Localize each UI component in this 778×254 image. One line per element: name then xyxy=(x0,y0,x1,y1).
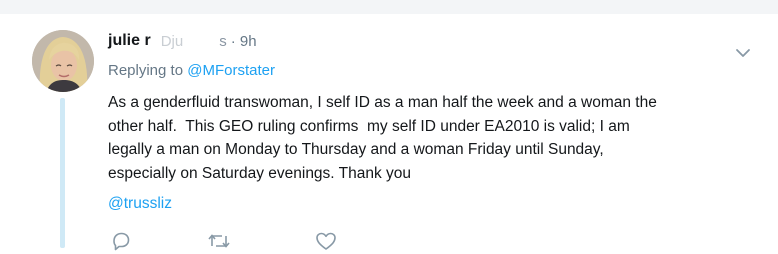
replying-prefix: Replying to xyxy=(108,62,184,79)
top-band xyxy=(0,0,778,14)
author-handle-fragment[interactable]: Dju xyxy=(161,33,184,50)
tweet-card[interactable]: julie r Dju s · 9h Replying to @MForstat… xyxy=(0,14,778,251)
retweet-icon xyxy=(208,234,230,248)
thread-line xyxy=(60,98,65,248)
tweet-text: As a genderfluid transwoman, I self ID a… xyxy=(108,94,657,182)
reply-button[interactable] xyxy=(110,230,132,252)
author-handle-tail[interactable]: s xyxy=(219,33,227,50)
author-name[interactable]: julie r xyxy=(108,32,151,50)
timestamp[interactable]: · 9h xyxy=(231,33,257,50)
mention-link[interactable]: @trussliz xyxy=(108,195,172,213)
retweet-button[interactable] xyxy=(206,230,232,252)
avatar-image xyxy=(32,30,94,92)
tweet-header: julie r Dju s · 9h xyxy=(108,30,257,52)
heart-icon xyxy=(316,232,336,250)
replying-to-mention[interactable]: @MForstater xyxy=(187,62,275,79)
replying-to-line: Replying to @MForstater xyxy=(108,62,275,79)
avatar[interactable] xyxy=(32,30,94,92)
like-button[interactable] xyxy=(314,230,338,252)
reply-icon xyxy=(113,232,130,251)
chevron-down-icon[interactable] xyxy=(734,46,752,60)
action-bar xyxy=(108,230,508,254)
